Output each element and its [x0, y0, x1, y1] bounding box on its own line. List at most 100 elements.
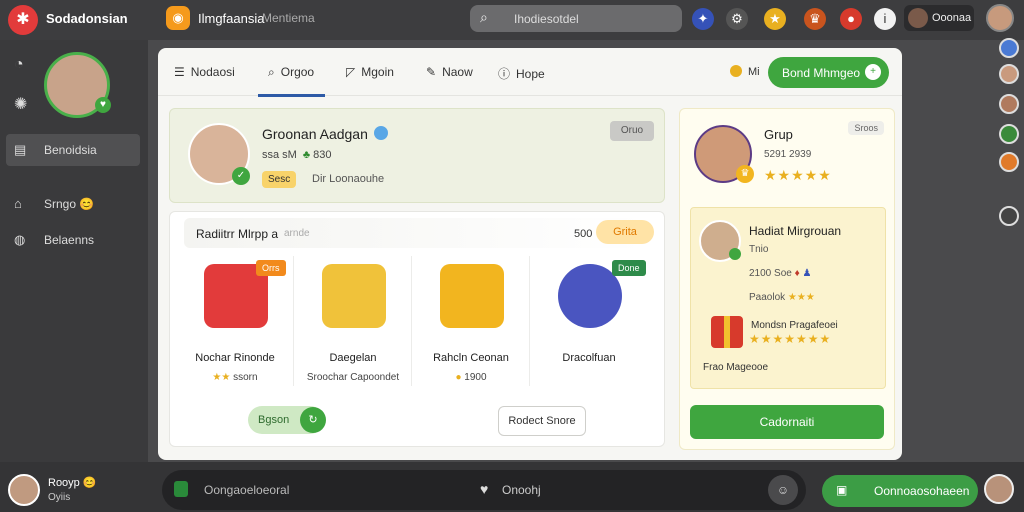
app-icon[interactable]: ◉	[166, 6, 190, 30]
refresh-icon: ↻	[300, 407, 326, 433]
member-card: Hadiat Mirgrouan Tnio 2100 Soe ♦ ♟ Paaol…	[690, 207, 886, 389]
star-icon[interactable]: ★	[764, 8, 786, 30]
user-subtitle: Oyiis	[48, 492, 71, 503]
tab-label: Naow	[442, 65, 473, 79]
party-icon[interactable]: ✦	[692, 8, 714, 30]
coin-label: Mi	[748, 66, 760, 78]
badge-gift-icon	[322, 264, 386, 328]
verified-icon	[373, 126, 388, 140]
tab-label: Nodaosi	[190, 65, 235, 79]
join-button[interactable]: Cadornaiti	[690, 405, 884, 439]
gifts-pill-button[interactable]: Grita	[596, 220, 654, 244]
image-icon: ▣	[836, 483, 848, 497]
user-name: Rooyp 😊	[48, 477, 97, 489]
avatar[interactable]: ✓	[188, 123, 250, 185]
gifts-card: Radiitrr Mlrpp a arnde 500 Grita Orrs No…	[169, 211, 665, 447]
app-title: Ilmgfaansia	[198, 11, 265, 26]
group-id: 5291 2939	[764, 149, 812, 160]
star-icon: ★★	[212, 372, 231, 383]
member-avatar[interactable]	[699, 220, 741, 262]
user-label: Ooonaa	[932, 12, 972, 24]
member-footer: Frao Mageooe	[703, 362, 769, 373]
gift-name: Dracolfuan	[562, 352, 616, 364]
gift-price-value: 1900	[464, 372, 487, 383]
attachment-icon[interactable]	[174, 481, 188, 497]
heart-label: Onoohj	[502, 483, 541, 497]
notification-icon[interactable]: ●	[840, 8, 862, 30]
online-icon	[729, 248, 741, 260]
store-button[interactable]: Rodect Snore	[498, 406, 586, 436]
gift-item[interactable]: Daegelan Sroochar Capoondet	[294, 256, 412, 392]
tab-nodaosi[interactable]: ☰ Nodaosi	[174, 65, 235, 79]
sidebar-item-srngo[interactable]: ⌂ Srngo 😊	[6, 188, 140, 220]
tab-naow[interactable]: ✎ Naow	[426, 65, 473, 79]
group-title: Grup	[764, 127, 793, 142]
group-rating: ★★★★★	[764, 167, 832, 183]
more-button-label: Bgson	[258, 414, 290, 426]
sidebar-item-label: Benoidsia	[44, 143, 97, 157]
tab-orgoo[interactable]: ⌕ Orgoo	[268, 65, 314, 80]
invite-button[interactable]: Bond Mhmgeo +	[768, 57, 889, 88]
gift-price: ● 1900	[412, 372, 530, 383]
menu-icon: ☰	[174, 65, 185, 79]
trophy-icon[interactable]: ♛	[804, 8, 826, 30]
rail-avatar[interactable]	[999, 124, 1019, 144]
gear-icon[interactable]: ✺	[14, 94, 27, 114]
globe-icon: ◍	[14, 232, 26, 247]
group-avatar[interactable]: ♛	[694, 125, 754, 183]
coin-balance: Mi	[730, 65, 760, 78]
profile-avatar[interactable]	[986, 4, 1014, 32]
send-button[interactable]: ▣ Oonnoaosohaeen	[822, 475, 978, 507]
gift-price-value: ssorn	[233, 372, 258, 383]
sidebar-item-belaenns[interactable]: ◍ Belaenns	[6, 224, 140, 256]
chat-icon: ◸	[346, 65, 356, 79]
stats-label: ssa sM	[262, 149, 297, 161]
gift-name: Daegelan	[329, 352, 377, 364]
sidebar: ◔ ✺ ♥ ▤ Benoidsia ⌂ Srngo 😊 ◍ Belaenns	[0, 40, 148, 462]
tab-hope[interactable]: ⓘ Hope	[498, 65, 545, 82]
profile-card: ✓ Groonan Aadgan ssa sM ♣ 830 Sesc Dir Lo…	[169, 108, 665, 203]
rail-avatar[interactable]	[999, 94, 1019, 114]
rail-avatar[interactable]	[999, 206, 1019, 226]
brand-logo-icon[interactable]: ✱	[8, 5, 38, 35]
rail-avatar[interactable]	[999, 38, 1019, 58]
coin-icon	[730, 65, 742, 77]
avatar[interactable]	[8, 474, 40, 506]
heart-icon[interactable]: ♥	[480, 481, 488, 497]
user-menu[interactable]: Ooonaa	[904, 5, 974, 31]
main-panel: ☰ Nodaosi ⌕ Orgoo ◸ Mgoin ✎ Naow ⓘ Hope Mi Bo…	[158, 48, 902, 460]
tab-mgoin[interactable]: ◸ Mgoin	[346, 65, 394, 79]
profile-stats: ssa sM ♣ 830	[262, 149, 331, 161]
rail-avatar[interactable]	[999, 64, 1019, 84]
gift-item[interactable]: Rahcln Ceonan ● 1900	[412, 256, 530, 392]
compass-icon[interactable]: ◔	[14, 56, 24, 74]
settings-icon[interactable]: ⚙	[726, 8, 748, 30]
profile-name-text: Groonan Aadgan	[262, 126, 368, 142]
info-icon[interactable]: i	[874, 8, 896, 30]
heart-badge-icon: ♥	[95, 97, 111, 113]
more-button[interactable]: Bgson ↻	[248, 406, 326, 434]
diamond-icon: ♦	[794, 268, 800, 279]
member-line-text: 2100 Soe	[749, 268, 792, 279]
avatar[interactable]	[984, 474, 1014, 504]
tab-label: Orgoo	[280, 65, 315, 79]
sidebar-avatar[interactable]: ♥	[44, 52, 111, 118]
home-icon: ⌂	[14, 196, 22, 211]
gift-item[interactable]: Orrs Nochar Rinonde ★★ ssorn	[176, 256, 294, 392]
stats-value: 830	[313, 149, 332, 161]
member-line: Paaolok ★★★	[749, 292, 815, 303]
treasure-chest-icon	[440, 264, 504, 328]
gifts-header: Radiitrr Mlrpp a arnde 500 Grita	[184, 218, 654, 248]
leaf-icon: ♣	[302, 149, 311, 161]
rail-avatar[interactable]	[999, 152, 1019, 172]
group-card: ♛ Grup 5291 2939 ★★★★★ Sroos Hadiat Mirg…	[679, 108, 895, 450]
message-input[interactable]: Oongaoeloeoral ♥ Onoohj ☺	[162, 470, 806, 510]
search-input[interactable]: ⌕ Ihodiesotdel	[470, 5, 682, 32]
profile-location: Dir Loonaouhe	[312, 173, 385, 185]
gift-item[interactable]: Done Dracolfuan	[530, 256, 648, 392]
search-icon: ⌕	[480, 9, 488, 25]
sidebar-item-benoidsia[interactable]: ▤ Benoidsia	[6, 134, 140, 166]
member-gift-stars: ★★★★★★★	[749, 332, 832, 346]
follow-button[interactable]: Oruo	[610, 121, 654, 141]
emoji-icon[interactable]: ☺	[768, 475, 798, 505]
